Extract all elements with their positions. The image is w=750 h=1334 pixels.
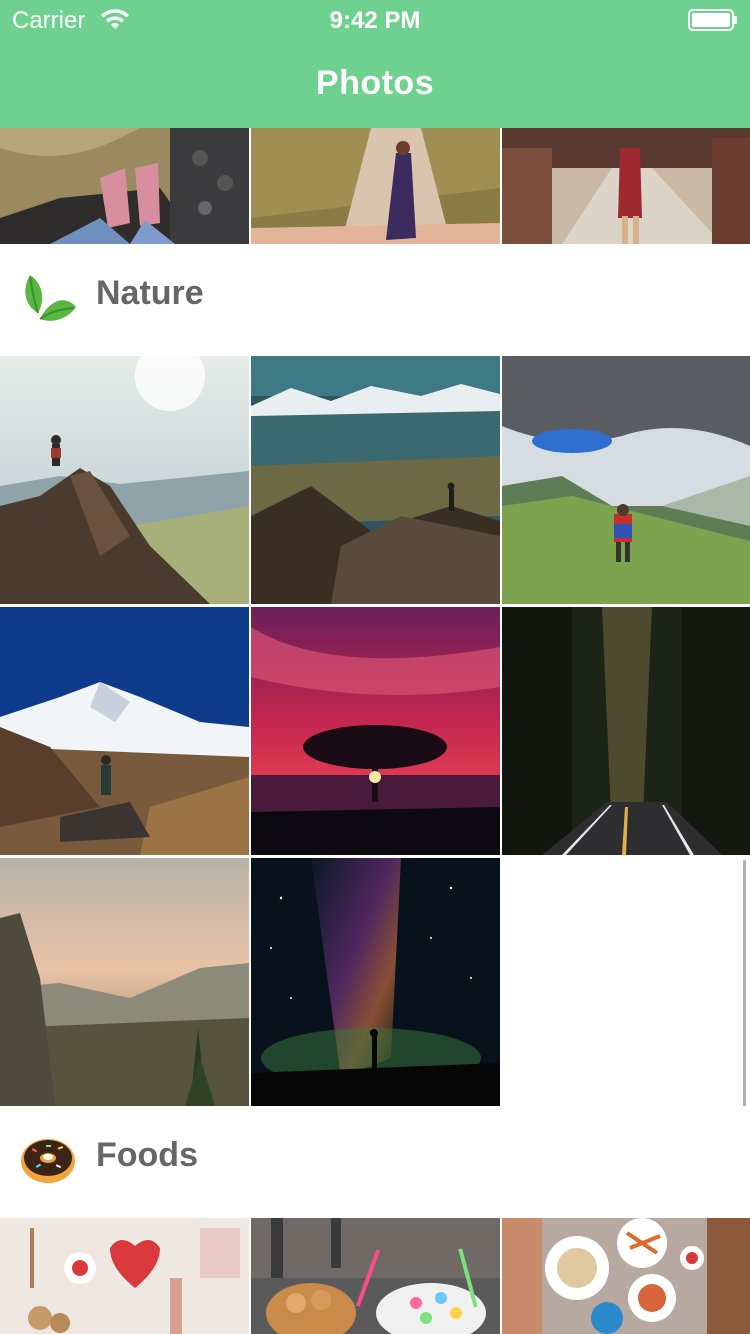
section-header-nature[interactable]: Nature: [0, 244, 750, 354]
mountain-valley-hiker-photo[interactable]: [251, 356, 500, 604]
photos-app: Carrier 9:42 PM Photos Nature Foods: [0, 0, 750, 1334]
status-time: 9:42 PM: [329, 7, 421, 34]
market-street-woman-photo[interactable]: [502, 128, 750, 244]
status-bar: Carrier 9:42 PM: [0, 0, 750, 40]
foods-photo-row: [0, 1218, 750, 1334]
section-title-foods: Foods: [96, 1136, 198, 1174]
battery-icon: [688, 9, 737, 31]
leaf-icon: [25, 275, 76, 321]
great-wall-woman-photo[interactable]: [251, 128, 500, 244]
cloudy-valley-hiker-photo[interactable]: [502, 356, 750, 604]
navigation-header: Carrier 9:42 PM Photos: [0, 0, 750, 128]
cliff-sunrise-photo[interactable]: [0, 858, 249, 1106]
nature-photo-grid: [0, 356, 750, 1106]
flatlay-breakfast-photo[interactable]: [0, 1218, 249, 1334]
milky-way-photo[interactable]: [251, 858, 500, 1106]
hiker-on-peak-photo[interactable]: [0, 356, 249, 604]
forest-road-photo[interactable]: [502, 607, 750, 855]
colorful-desserts-photo[interactable]: [251, 1218, 500, 1334]
snowy-mountain-hiker-photo[interactable]: [0, 607, 249, 855]
cockpit-feet-photo[interactable]: [0, 128, 249, 244]
section-header-foods[interactable]: Foods: [0, 1106, 750, 1216]
travel-photo-row: [0, 128, 750, 244]
party-table-food-photo[interactable]: [502, 1218, 750, 1334]
donut-icon: [21, 1139, 75, 1183]
page-title: Photos: [315, 64, 435, 102]
red-sky-tree-photo[interactable]: [251, 607, 500, 855]
scroll-indicator[interactable]: [743, 860, 746, 1114]
section-title-nature: Nature: [96, 274, 204, 312]
